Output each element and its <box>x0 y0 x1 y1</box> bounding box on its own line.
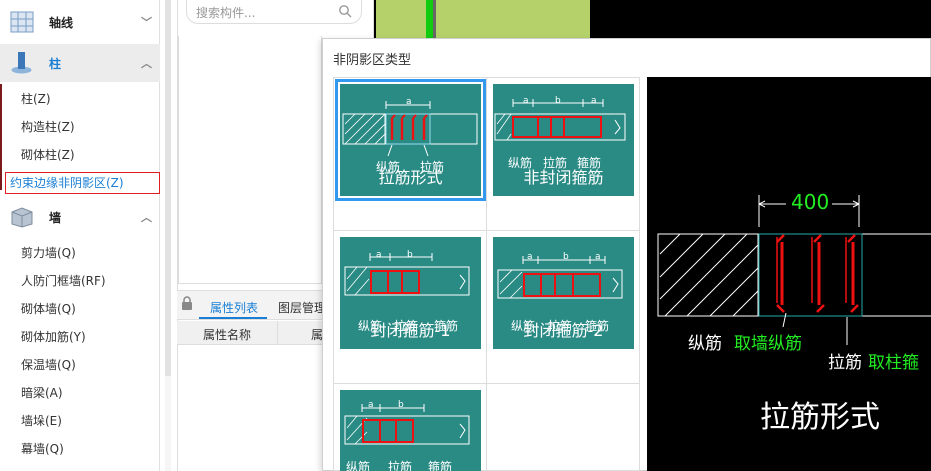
dim-a: a <box>527 252 533 262</box>
wall-icon <box>11 207 33 228</box>
dim-b: b <box>563 252 569 262</box>
dim-b: b <box>407 250 413 260</box>
nav-item-masonry-reinforcement[interactable]: 砌体加筋(Y) <box>0 323 160 351</box>
grid-divider <box>486 77 487 471</box>
nav-item-masonry-wall[interactable]: 砌体墙(Q) <box>0 295 160 323</box>
component-list[interactable] <box>178 36 322 284</box>
category-wall[interactable]: 墙 ︿ <box>0 198 160 236</box>
nav-item-civil-defense-wall[interactable]: 人防门框墙(RF) <box>0 267 160 295</box>
category-wall-label: 墙 <box>49 211 62 225</box>
nav-item-shear-wall[interactable]: 剪力墙(Q) <box>0 239 160 267</box>
nav-item-wall-pier[interactable]: 墙垛(E) <box>0 407 160 435</box>
type-card-title: 非封闭箍筋 <box>523 168 604 187</box>
column-divider[interactable] <box>277 321 278 345</box>
type-card-closed-stirrup-1[interactable]: a b 纵筋 拉筋 箍筋 封闭箍筋-1 <box>340 237 481 349</box>
nav-item-curtain-wall[interactable]: 幕墙(Q) <box>0 435 160 463</box>
grid-divider <box>333 383 640 384</box>
dim-a: a <box>523 96 529 106</box>
grid-divider <box>333 230 640 231</box>
lock-icon[interactable] <box>181 296 193 310</box>
preview-callout-tie: 拉筋 <box>828 353 862 373</box>
label-tie: 拉筋 <box>388 460 413 471</box>
grid-icon <box>10 11 34 33</box>
type-card-title: 封闭箍筋-2 <box>523 321 604 340</box>
type-card-closed-stirrup-2[interactable]: a b a 纵筋 拉筋 箍筋 封闭箍筋-2 <box>493 237 634 349</box>
dim-a: a <box>591 96 597 106</box>
search-placeholder: 搜索构件... <box>196 6 256 20</box>
preview-title: 拉筋形式 <box>760 400 880 435</box>
nav-item-boundary-nonshadow[interactable]: 约束边缘非阴影区(Z) <box>5 172 160 194</box>
dim-b: b <box>398 400 404 410</box>
nav-item-hidden-beam[interactable]: 暗梁(A) <box>0 379 160 407</box>
chevron-up-icon: ︿ <box>141 57 152 70</box>
category-axis[interactable]: 轴线 ﹀ <box>0 3 160 41</box>
type-card-tie-bar[interactable]: a 纵筋 拉筋 拉筋形式 <box>335 79 486 201</box>
active-tab-indicator <box>199 317 267 319</box>
nav-item-insulation-wall[interactable]: 保温墙(Q) <box>0 351 160 379</box>
type-card-title: 拉筋形式 <box>378 168 443 187</box>
nav-item-column[interactable]: 柱(Z) <box>0 85 160 113</box>
app-window: 轴线 ﹀ 柱 ︿ 柱(Z) 构造柱(Z) 砌体柱(Z) 约束边缘非阴影区(Z) … <box>0 0 931 471</box>
dim-a: a <box>406 97 412 107</box>
cad-green-area <box>376 0 590 38</box>
category-column-label: 柱 <box>49 57 62 71</box>
type-card-closed-stirrup-3[interactable]: a b 纵筋 拉筋 箍筋 <box>340 390 481 471</box>
label-longitudinal: 纵筋 <box>346 460 371 471</box>
chevron-up-icon: ︿ <box>141 211 152 224</box>
component-tree: 轴线 ﹀ 柱 ︿ 柱(Z) 构造柱(Z) 砌体柱(Z) 约束边缘非阴影区(Z) … <box>0 0 160 471</box>
preview-callout-longitudinal-note: 取墙纵筋 <box>734 334 802 354</box>
nav-item-constructional-column[interactable]: 构造柱(Z) <box>0 113 160 141</box>
dim-a: a <box>376 250 382 260</box>
tab-properties[interactable]: 属性列表 <box>210 299 258 316</box>
label-stirrup: 箍筋 <box>428 460 453 471</box>
category-axis-label: 轴线 <box>49 16 74 30</box>
column-header-name: 属性名称 <box>203 328 252 342</box>
cad-green-line <box>426 0 433 38</box>
type-card-open-stirrup[interactable]: a b a 纵筋 拉筋 箍筋 非封闭箍筋 <box>493 84 634 196</box>
nav-scrollbar-thumb[interactable] <box>165 0 171 376</box>
cad-grey-line <box>433 0 436 38</box>
category-column[interactable]: 柱 ︿ <box>0 44 160 82</box>
chevron-down-icon: ﹀ <box>141 16 152 29</box>
dim-a: a <box>595 252 601 262</box>
dialog-title: 非阴影区类型 <box>333 53 412 68</box>
column-icon <box>11 52 32 74</box>
preview-dimension: 400 <box>791 190 830 214</box>
preview-callout-longitudinal: 纵筋 <box>688 334 722 354</box>
preview-callout-tie-note: 取柱箍 <box>868 353 919 373</box>
dim-b: b <box>555 96 561 106</box>
type-card-title: 封闭箍筋-1 <box>370 321 451 340</box>
tab-layers[interactable]: 图层管理 <box>278 299 326 316</box>
search-icon[interactable] <box>338 4 352 18</box>
nav-item-masonry-column[interactable]: 砌体柱(Z) <box>0 141 160 169</box>
dim-a: a <box>368 400 374 410</box>
